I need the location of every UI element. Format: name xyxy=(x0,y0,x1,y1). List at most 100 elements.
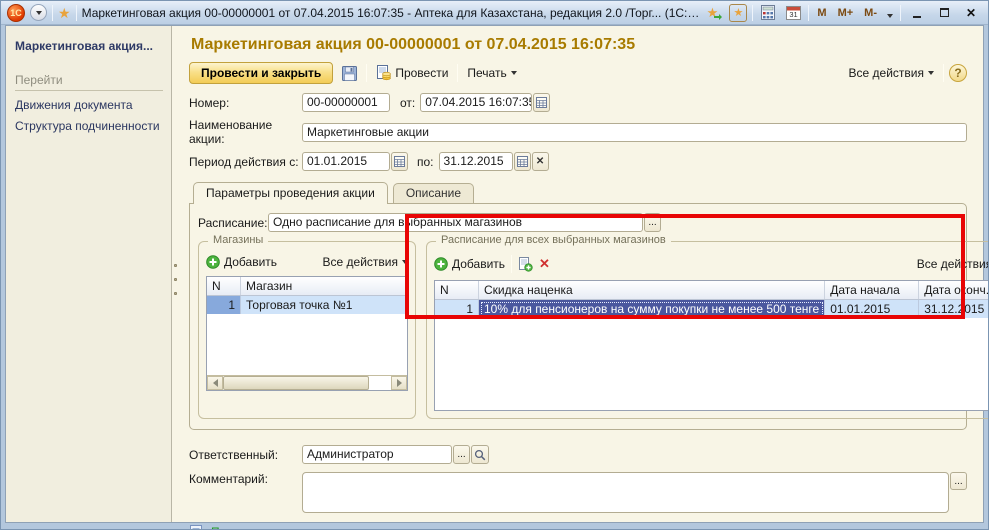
schedule-col-start[interactable]: Дата начала xyxy=(825,281,919,299)
tab-bar: Параметры проведения акции Описание xyxy=(189,181,967,203)
minimize-icon xyxy=(913,16,921,18)
divider xyxy=(366,64,367,82)
table-row[interactable]: 1 Торговая точка №1 xyxy=(207,296,407,314)
schedule-label: Расписание: xyxy=(198,216,268,230)
stores-row-store: Торговая точка №1 xyxy=(241,296,407,314)
schedule-row-n: 1 xyxy=(435,300,479,318)
date-picker-button[interactable] xyxy=(533,93,550,112)
chevron-down-icon xyxy=(36,11,42,15)
close-button[interactable]: ✕ xyxy=(960,4,982,22)
calendar-grid-icon xyxy=(394,156,405,167)
add-favorite-button[interactable]: ★ xyxy=(704,4,724,22)
divider xyxy=(457,64,458,82)
memory-m-button[interactable]: M xyxy=(814,7,829,19)
stores-col-store[interactable]: Магазин xyxy=(241,277,407,295)
magnifier-icon xyxy=(474,449,486,461)
responsible-select-button[interactable]: ... xyxy=(453,445,470,464)
stores-row-n: 1 xyxy=(207,296,241,314)
help-button[interactable]: ? xyxy=(949,64,967,82)
stores-h-scrollbar[interactable] xyxy=(207,375,407,390)
post-and-close-button[interactable]: Провести и закрыть xyxy=(189,62,333,84)
period-to-clear-button[interactable]: ✕ xyxy=(532,152,549,171)
posted-document-icon xyxy=(189,524,205,530)
responsible-search-button[interactable] xyxy=(471,445,489,464)
print-menu-button[interactable]: Печать xyxy=(463,64,520,82)
memory-m-minus-button[interactable]: M- xyxy=(861,7,880,19)
status-badge: Проведен xyxy=(211,525,266,530)
scroll-thumb[interactable] xyxy=(223,376,369,390)
calculator-icon xyxy=(761,5,775,20)
schedule-col-n[interactable]: N xyxy=(435,281,479,299)
tab-panel: Расписание: Одно расписание для выбранны… xyxy=(189,203,967,430)
calendar-grid-icon xyxy=(517,156,528,167)
responsible-input[interactable]: Администратор xyxy=(302,445,452,464)
app-window: 1С ★ Маркетинговая акция 00-00000001 от … xyxy=(0,0,989,530)
calendar-button[interactable]: 31 xyxy=(783,4,803,22)
arrow-right-icon xyxy=(397,379,402,387)
minimize-button[interactable] xyxy=(906,4,928,22)
number-row: Номер: 00-00000001 от: 07.04.2015 16:07:… xyxy=(189,93,967,112)
toolbar-overflow-chevron-icon[interactable] xyxy=(887,14,893,18)
schedule-table: N Скидка наценка Дата начала Дата оконч.… xyxy=(434,280,989,411)
schedule-copy-button[interactable] xyxy=(518,257,533,272)
divider xyxy=(52,5,53,21)
schedule-col-end[interactable]: Дата оконч... xyxy=(919,281,989,299)
table-row[interactable]: 1 10% для пенсионеров на сумму покупки н… xyxy=(435,300,989,318)
print-label: Печать xyxy=(467,66,506,80)
post-button-label: Провести xyxy=(395,66,448,80)
sidebar-splitter[interactable] xyxy=(172,26,179,522)
schedule-select-button[interactable]: ... xyxy=(644,213,661,232)
stores-toolbar: Добавить Все действия xyxy=(206,255,408,269)
favorites-list-button[interactable]: ★ xyxy=(729,4,747,22)
stores-col-n[interactable]: N xyxy=(207,277,241,295)
period-from-picker-button[interactable] xyxy=(391,152,408,171)
schedule-group-title: Расписание для всех выбранных магазинов xyxy=(436,234,671,246)
tab-action-parameters[interactable]: Параметры проведения акции xyxy=(193,182,388,204)
comment-input[interactable] xyxy=(302,472,949,513)
schedule-col-discount[interactable]: Скидка наценка xyxy=(479,281,825,299)
add-plus-icon xyxy=(206,255,220,269)
scroll-left-button[interactable] xyxy=(207,376,223,390)
command-bar: Провести и закрыть xyxy=(189,62,967,84)
stores-add-label: Добавить xyxy=(224,255,277,269)
calculator-button[interactable] xyxy=(758,4,778,22)
tab-description[interactable]: Описание xyxy=(393,183,474,203)
save-button[interactable] xyxy=(338,64,361,83)
stores-all-actions-button[interactable]: Все действия xyxy=(323,255,408,269)
schedule-input[interactable]: Одно расписание для выбранных магазинов xyxy=(268,213,643,232)
date-input[interactable]: 07.04.2015 16:07:35 xyxy=(420,93,532,112)
schedule-add-button[interactable]: Добавить xyxy=(434,257,505,271)
schedule-toolbar: Добавить xyxy=(434,255,989,273)
comment-label: Комментарий: xyxy=(189,472,302,486)
window-title: Маркетинговая акция 00-00000001 от 07.04… xyxy=(82,6,700,20)
sidebar-item-document-movements[interactable]: Движения документа xyxy=(15,98,163,112)
sidebar-item-subordination-structure[interactable]: Структура подчиненности xyxy=(15,119,163,133)
window-frame: Маркетинговая акция... Перейти Движения … xyxy=(1,25,988,529)
period-to-picker-button[interactable] xyxy=(514,152,531,171)
schedule-delete-button[interactable]: ✕ xyxy=(539,256,550,272)
post-document-icon xyxy=(376,65,391,81)
scroll-right-button[interactable] xyxy=(391,376,407,390)
period-to-input[interactable]: 31.12.2015 xyxy=(439,152,513,171)
schedule-row-discount: 10% для пенсионеров на сумму покупки не … xyxy=(479,300,825,318)
system-menu-button[interactable] xyxy=(30,4,47,21)
stores-table: N Магазин 1 Торговая точка №1 xyxy=(206,276,408,391)
schedule-row: Расписание: Одно расписание для выбранны… xyxy=(198,213,958,232)
favorites-star-icon[interactable]: ★ xyxy=(58,6,71,20)
number-input[interactable]: 00-00000001 xyxy=(302,93,390,112)
stores-add-button[interactable]: Добавить xyxy=(206,255,277,269)
comment-expand-button[interactable]: ... xyxy=(950,472,967,490)
period-from-input[interactable]: 01.01.2015 xyxy=(302,152,390,171)
maximize-button[interactable] xyxy=(933,4,955,22)
responsible-row: Ответственный: Администратор ... xyxy=(189,445,967,464)
name-input[interactable]: Маркетинговые акции xyxy=(302,123,967,142)
memory-m-plus-button[interactable]: M+ xyxy=(835,7,857,19)
all-actions-button[interactable]: Все действия xyxy=(845,64,938,82)
responsible-label: Ответственный: xyxy=(189,448,302,462)
date-label: от: xyxy=(400,96,415,110)
schedule-all-actions-button[interactable]: Все действия xyxy=(917,257,989,271)
chevron-down-icon xyxy=(402,260,408,264)
window-content: Маркетинговая акция... Перейти Движения … xyxy=(5,25,984,523)
scroll-track[interactable] xyxy=(223,376,391,390)
post-button[interactable]: Провести xyxy=(372,63,452,83)
